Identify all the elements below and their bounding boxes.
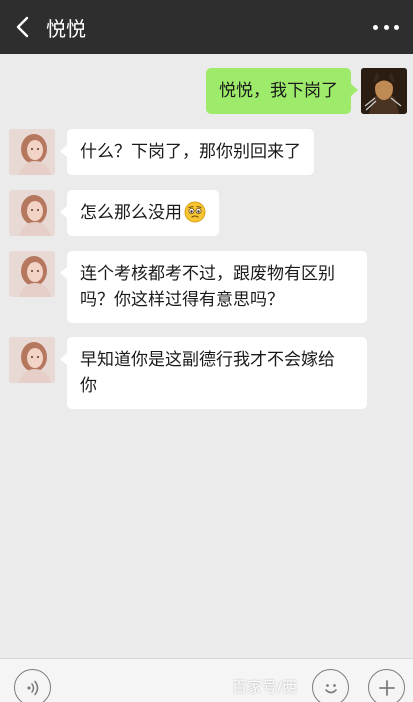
my-message-bubble[interactable]: 悦悦，我下岗了 xyxy=(206,68,358,114)
chevron-left-icon[interactable] xyxy=(0,0,44,54)
message-text-line: 连个考核都考不过，跟废物有区别 xyxy=(80,264,335,284)
watermark: 百家号/西 xyxy=(232,678,298,696)
more-dots-icon[interactable] xyxy=(373,18,399,36)
contact-message-bubble[interactable]: 什么？下岗了，那你别回来了 xyxy=(60,129,314,175)
message-text: 怎么那么没用 xyxy=(80,203,182,223)
chat-title: 悦悦 xyxy=(46,16,86,41)
plus-icon[interactable] xyxy=(368,669,405,702)
contact-avatar[interactable] xyxy=(9,190,55,236)
contact-message-bubble[interactable]: 连个考核都考不过，跟废物有区别 吗？你这样过得有意思吗？ xyxy=(60,251,367,323)
chat-header: 悦悦 xyxy=(0,0,413,54)
emoji-icon[interactable] xyxy=(312,669,349,702)
message-text-line: 吗？你这样过得有意思吗？ xyxy=(80,290,284,310)
voice-icon[interactable] xyxy=(14,669,51,702)
input-bar xyxy=(0,658,413,702)
message-text-line: 你 xyxy=(80,376,97,396)
message-text: 什么？下岗了，那你别回来了 xyxy=(80,142,301,162)
contact-avatar[interactable] xyxy=(9,337,55,383)
contact-message-bubble[interactable]: 早知道你是这副德行我才不会嫁给 你 xyxy=(60,337,367,409)
message-text: 悦悦，我下岗了 xyxy=(219,81,338,101)
contact-avatar[interactable] xyxy=(9,251,55,297)
contact-avatar[interactable] xyxy=(9,129,55,175)
message-list[interactable]: 悦悦，我下岗了 什么？下岗了，那你别回来了 怎么那么没用 连个考核都考不过，跟废… xyxy=(0,54,413,658)
contact-message-bubble[interactable]: 怎么那么没用 xyxy=(60,190,219,236)
message-text-line: 早知道你是这副德行我才不会嫁给 xyxy=(80,350,335,370)
my-avatar[interactable] xyxy=(361,68,407,114)
worried-face-icon xyxy=(184,201,206,223)
